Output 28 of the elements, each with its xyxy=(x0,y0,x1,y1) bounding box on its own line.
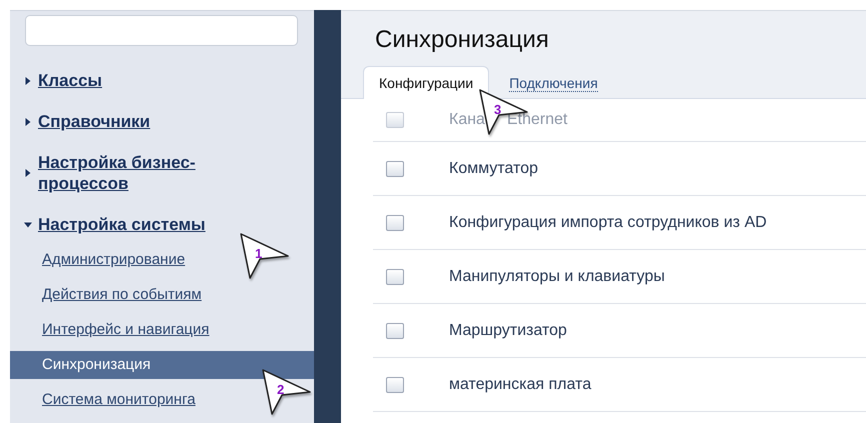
checkbox[interactable] xyxy=(386,376,404,392)
search-field[interactable] xyxy=(25,15,298,46)
list-item-label: материнская плата xyxy=(449,376,592,394)
list-item-label: Коммутатор xyxy=(449,160,538,178)
nav-section[interactable]: Справочники xyxy=(24,111,150,132)
pointer-callout: 1 xyxy=(238,232,290,280)
nav-item[interactable]: Система мониторинга xyxy=(42,386,196,414)
checkbox[interactable] xyxy=(386,112,404,128)
list-item-label: Конфигурация импорта сотрудников из AD xyxy=(449,214,767,232)
checkbox[interactable] xyxy=(386,322,404,338)
list-item-label: Маршрутизатор xyxy=(449,322,567,340)
nav-item[interactable]: Синхронизация xyxy=(10,351,314,379)
checkbox[interactable] xyxy=(386,214,404,230)
tab[interactable]: Подключения xyxy=(493,66,614,99)
nav-item[interactable]: Интерфейс и навигация xyxy=(42,316,210,344)
page-title: Синхронизация xyxy=(375,26,550,54)
nav-item[interactable]: Администрирование xyxy=(42,246,186,274)
list-item-label: Ethernet xyxy=(506,111,568,129)
checkbox[interactable] xyxy=(386,268,404,284)
nav-section[interactable]: Настройка бизнес-процессов xyxy=(24,152,253,194)
nav-section[interactable]: Настройка системы xyxy=(24,214,206,235)
nav-item[interactable]: Действия по событиям xyxy=(42,281,202,309)
list-item-label: Манипуляторы и клавиатуры xyxy=(449,268,665,286)
tab[interactable]: Конфигурации xyxy=(363,66,490,99)
pointer-callout: 2 xyxy=(260,368,312,416)
nav-section[interactable]: Классы xyxy=(24,70,102,91)
checkbox[interactable] xyxy=(386,160,404,176)
list-item-label: Кана xyxy=(449,111,485,129)
